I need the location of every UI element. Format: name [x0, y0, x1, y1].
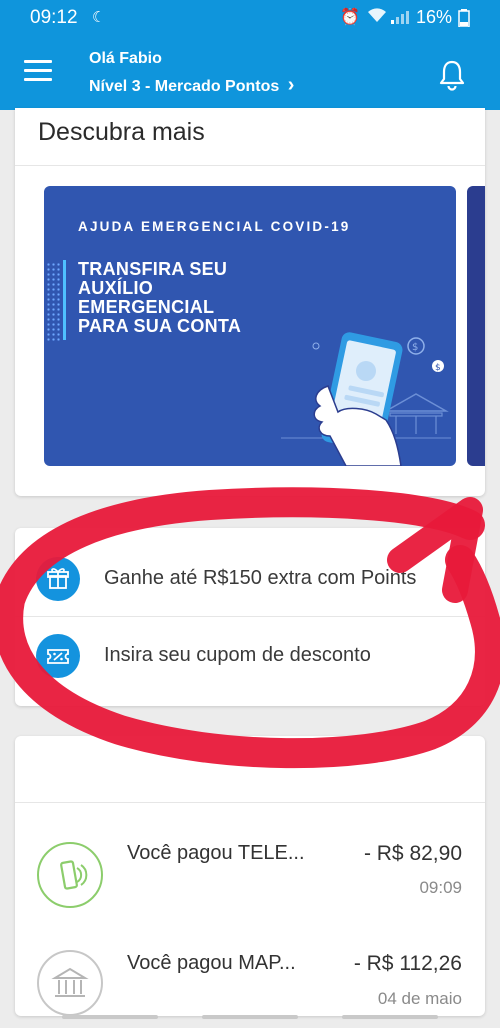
signal-icon [391, 11, 409, 24]
nav-handle-center [202, 1015, 298, 1019]
banner-tag: AJUDA EMERGENCIAL COVID-19 [78, 219, 351, 234]
covid-aid-banner[interactable]: AJUDA EMERGENCIAL COVID-19 TRANSFIRA SEU… [44, 186, 456, 466]
banner-accent-bar [63, 260, 66, 340]
phone-hand-illustration: $ $ [281, 332, 451, 466]
moon-icon: ☾ [92, 9, 106, 26]
nav-handle-right [342, 1015, 438, 1019]
transaction-row[interactable]: Você pagou MAP... - R$ 112,26 04 de maio [15, 936, 485, 1016]
bell-icon[interactable] [436, 58, 468, 92]
divider [15, 616, 485, 617]
menu-button[interactable] [24, 60, 52, 84]
nav-handle-left [62, 1015, 158, 1019]
battery-icon [458, 9, 470, 27]
battery-percent: 16% [416, 7, 453, 27]
banner-headline-line: EMERGENCIAL [78, 297, 215, 317]
status-bar: 09:12 ☾ ⏰ 16% [0, 0, 500, 34]
action-label: Insira seu cupom de desconto [104, 644, 371, 666]
transaction-date: 04 de maio [377, 989, 462, 1008]
transaction-amount: - R$ 82,90 [363, 842, 462, 865]
divider [15, 165, 485, 166]
coupon-icon [36, 634, 80, 678]
gift-icon [36, 557, 80, 601]
transaction-amount: - R$ 112,26 [353, 952, 462, 975]
transaction-title: Você pagou TELE... [127, 842, 305, 864]
coupon-action-row[interactable]: Insira seu cupom de desconto [15, 618, 485, 696]
next-banner-peek[interactable] [467, 186, 485, 466]
transactions-card: Você pagou TELE... - R$ 82,90 09:09 Você… [15, 736, 485, 1016]
banner-headline-line: PARA SUA CONTA [78, 316, 242, 336]
banner-headline-line: AUXÍLIO [78, 278, 154, 298]
transaction-time: 09:09 [419, 878, 462, 897]
alarm-icon: ⏰ [340, 9, 360, 26]
action-label: Ganhe até R$150 extra com Points [104, 567, 417, 589]
level-text: Nível 3 - Mercado Pontos [89, 78, 280, 95]
actions-card: Ganhe até R$150 extra com Points Insira … [15, 528, 485, 706]
bank-icon [37, 950, 103, 1016]
greeting-text: Olá Fabio [89, 50, 162, 67]
points-action-row[interactable]: Ganhe até R$150 extra com Points [15, 540, 485, 618]
app-bar: Olá Fabio Nível 3 - Mercado Pontos › [0, 34, 500, 110]
chevron-right-icon: › [287, 74, 295, 96]
discover-card: Descubra mais AJUDA EMERGENCIAL COVID-19… [15, 108, 485, 496]
svg-text:$: $ [435, 363, 441, 373]
transaction-title: Você pagou MAP... [127, 952, 296, 974]
transaction-row[interactable]: Você pagou TELE... - R$ 82,90 09:09 [15, 826, 485, 936]
divider [15, 802, 485, 803]
phone-icon [37, 842, 103, 908]
dot-pattern [46, 262, 60, 342]
wifi-icon [368, 8, 386, 22]
discover-title: Descubra mais [38, 118, 205, 146]
status-time: 09:12 [30, 7, 78, 28]
level-link[interactable]: Nível 3 - Mercado Pontos › [89, 74, 294, 97]
svg-text:$: $ [412, 342, 418, 353]
banner-headline-line: TRANSFIRA SEU [78, 259, 228, 279]
